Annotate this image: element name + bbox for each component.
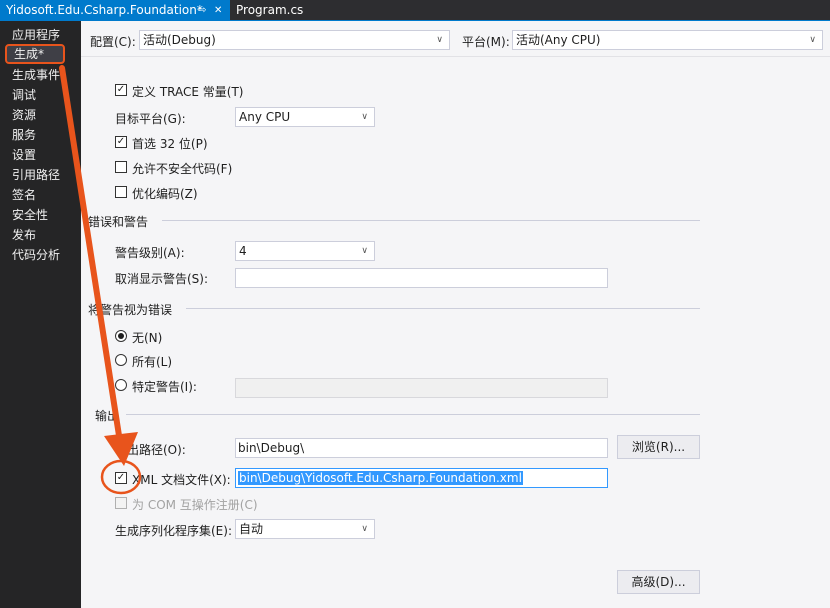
sidebar-item-code-analysis[interactable]: 代码分析 xyxy=(12,246,72,265)
platform-value: 活动(Any CPU) xyxy=(516,33,601,47)
section-divider xyxy=(186,308,700,309)
tab-label: Program.cs xyxy=(236,3,304,17)
sidebar-item-publish[interactable]: 发布 xyxy=(12,226,72,245)
warning-level-dropdown[interactable]: 4 ∨ xyxy=(235,241,375,261)
output-path-input[interactable]: bin\Debug\ xyxy=(235,438,608,458)
sidebar-item-debug[interactable]: 调试 xyxy=(12,86,72,105)
target-platform-value: Any CPU xyxy=(239,110,291,124)
close-icon[interactable]: ✕ xyxy=(214,0,222,21)
allow-unsafe-label: 允许不安全代码(F) xyxy=(132,162,233,176)
check-icon: ✓ xyxy=(116,136,126,147)
sidebar-item-application[interactable]: 应用程序 xyxy=(12,26,72,45)
xml-doc-path-input[interactable]: bin\Debug\Yidosoft.Edu.Csharp.Foundation… xyxy=(235,468,608,488)
configuration-label: 配置(C): xyxy=(90,35,136,49)
sidebar-item-settings[interactable]: 设置 xyxy=(12,146,72,165)
treat-specific-radio[interactable] xyxy=(115,379,127,391)
sidebar-item-build[interactable]: 生成* xyxy=(5,44,65,64)
treat-all-radio[interactable] xyxy=(115,354,127,366)
advanced-button[interactable]: 高级(D)... xyxy=(617,570,700,594)
treat-none-label: 无(N) xyxy=(132,331,163,345)
sidebar-item-build-events[interactable]: 生成事件 xyxy=(12,66,72,85)
sidebar-item-resources[interactable]: 资源 xyxy=(12,106,72,125)
configuration-dropdown[interactable]: 活动(Debug) ∨ xyxy=(139,30,450,50)
treat-none-radio[interactable] xyxy=(115,330,127,342)
trace-checkbox[interactable]: ✓ xyxy=(115,84,127,96)
trace-label: 定义 TRACE 常量(T) xyxy=(132,85,244,99)
tab-project-properties[interactable]: Yidosoft.Edu.Csharp.Foundation* ⇨ ✕ xyxy=(0,0,230,21)
com-interop-checkbox[interactable] xyxy=(115,497,127,509)
com-interop-label: 为 COM 互操作注册(C) xyxy=(132,498,258,512)
optimize-checkbox[interactable] xyxy=(115,186,127,198)
build-properties-panel xyxy=(81,21,830,608)
suppress-warnings-label: 取消显示警告(S): xyxy=(115,272,209,286)
xml-doc-checkbox[interactable]: ✓ xyxy=(115,472,127,484)
chevron-down-icon: ∨ xyxy=(361,112,368,122)
target-platform-label: 目标平台(G): xyxy=(115,112,186,126)
treat-warnings-heading: 将警告视为错误 xyxy=(88,303,173,317)
chevron-down-icon: ∨ xyxy=(436,35,443,45)
platform-dropdown[interactable]: 活动(Any CPU) ∨ xyxy=(512,30,823,50)
serialization-dropdown[interactable]: 自动 ∨ xyxy=(235,519,375,539)
specific-warnings-input[interactable] xyxy=(235,378,608,398)
check-icon: ✓ xyxy=(116,472,126,483)
suppress-warnings-input[interactable] xyxy=(235,268,608,288)
radio-selected-dot xyxy=(118,333,124,339)
selected-text: bin\Debug\Yidosoft.Edu.Csharp.Foundation… xyxy=(238,471,523,485)
optimize-label: 优化编码(Z) xyxy=(132,187,198,201)
chevron-down-icon: ∨ xyxy=(361,524,368,534)
chevron-down-icon: ∨ xyxy=(809,35,816,45)
configuration-value: 活动(Debug) xyxy=(143,33,216,47)
document-tab-bar: Yidosoft.Edu.Csharp.Foundation* ⇨ ✕ Prog… xyxy=(0,0,830,21)
prefer-32bit-checkbox[interactable]: ✓ xyxy=(115,136,127,148)
sidebar-item-reference-paths[interactable]: 引用路径 xyxy=(12,166,72,185)
section-divider xyxy=(126,414,700,415)
allow-unsafe-checkbox[interactable] xyxy=(115,161,127,173)
xml-doc-label: XML 文档文件(X): xyxy=(132,473,231,487)
check-icon: ✓ xyxy=(116,84,126,95)
tab-label: Yidosoft.Edu.Csharp.Foundation* xyxy=(6,3,203,17)
pin-icon[interactable]: ⇨ xyxy=(198,0,206,21)
treat-specific-label: 特定警告(I): xyxy=(132,380,197,394)
tab-program-cs[interactable]: Program.cs xyxy=(230,0,310,21)
browse-button[interactable]: 浏览(R)... xyxy=(617,435,700,459)
divider xyxy=(81,56,830,57)
output-heading: 输出 xyxy=(95,409,120,423)
warning-level-label: 警告级别(A): xyxy=(115,246,185,260)
treat-all-label: 所有(L) xyxy=(132,355,173,369)
sidebar-item-security[interactable]: 安全性 xyxy=(12,206,72,225)
warning-level-value: 4 xyxy=(239,244,247,258)
prefer-32bit-label: 首选 32 位(P) xyxy=(132,137,208,151)
serialization-value: 自动 xyxy=(239,522,264,536)
sidebar-item-signing[interactable]: 签名 xyxy=(12,186,72,205)
serialization-label: 生成序列化程序集(E): xyxy=(115,524,232,538)
sidebar-item-services[interactable]: 服务 xyxy=(12,126,72,145)
errors-warnings-heading: 错误和警告 xyxy=(88,215,149,229)
section-divider xyxy=(162,220,700,221)
target-platform-dropdown[interactable]: Any CPU ∨ xyxy=(235,107,375,127)
platform-label: 平台(M): xyxy=(462,35,510,49)
chevron-down-icon: ∨ xyxy=(361,246,368,256)
output-path-label: 输出路径(O): xyxy=(115,443,186,457)
